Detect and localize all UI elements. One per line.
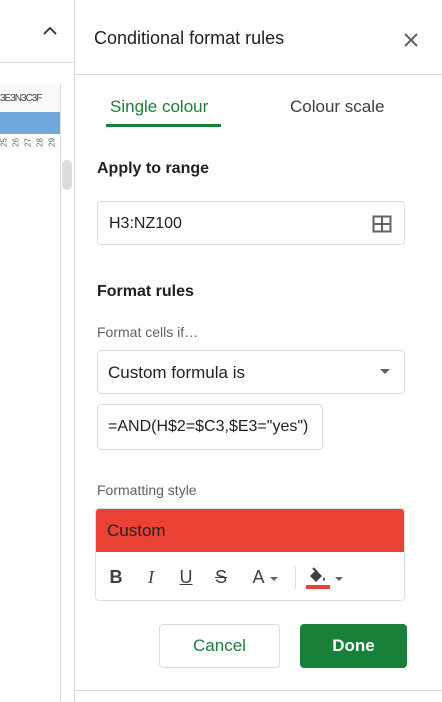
row-number: 28 bbox=[35, 138, 45, 147]
spreadsheet-area: 3E3N3C3F 25 26 27 28 29 bbox=[0, 0, 74, 702]
header-divider bbox=[75, 74, 442, 75]
sheet-divider bbox=[60, 84, 61, 702]
column-header-strip: 3E3N3C3F bbox=[0, 84, 60, 113]
underline-icon[interactable]: U bbox=[177, 565, 195, 589]
format-rules-label: Format rules bbox=[97, 283, 194, 300]
range-input[interactable]: H3:NZ100 bbox=[97, 201, 405, 245]
panel-title: Conditional format rules bbox=[94, 28, 285, 48]
tab-colour-scale[interactable]: Colour scale bbox=[290, 97, 385, 117]
column-header-labels: 3E3N3C3F bbox=[0, 93, 42, 104]
format-cells-if-label: Format cells if… bbox=[97, 324, 199, 340]
highlighted-range-row[interactable] bbox=[0, 112, 60, 134]
row-number: 27 bbox=[23, 138, 33, 147]
cancel-button[interactable]: Cancel bbox=[159, 624, 280, 668]
row-number-strip: 25 26 27 28 29 bbox=[0, 136, 60, 154]
conditional-format-panel: Conditional format rules Single colour C… bbox=[75, 0, 442, 702]
dropdown-arrow-icon bbox=[380, 369, 390, 374]
active-tab-indicator bbox=[106, 124, 221, 127]
footer-divider bbox=[75, 690, 442, 691]
formula-value: =AND(H$2=$C3,$E3="yes") bbox=[108, 418, 309, 435]
tab-single-colour[interactable]: Single colour bbox=[110, 97, 208, 117]
bold-icon[interactable]: B bbox=[108, 565, 124, 589]
row-number: 25 bbox=[0, 138, 9, 147]
select-range-grid-icon[interactable] bbox=[372, 215, 392, 233]
custom-formula-input[interactable]: =AND(H$2=$C3,$E3="yes") bbox=[97, 404, 323, 450]
collapse-chevron-up-icon[interactable] bbox=[38, 18, 62, 42]
sheet-toolbar-area bbox=[0, 0, 74, 63]
text-colour-icon[interactable]: A bbox=[245, 565, 285, 589]
apply-to-range-label: Apply to range bbox=[97, 160, 210, 177]
scrollbar-thumb[interactable] bbox=[62, 160, 72, 190]
condition-value: Custom formula is bbox=[108, 363, 245, 382]
row-number: 29 bbox=[47, 138, 57, 147]
formatting-style-label: Formatting style bbox=[97, 482, 197, 498]
italic-icon[interactable]: I bbox=[143, 565, 159, 589]
toolbar-divider bbox=[295, 567, 296, 589]
fill-colour-icon[interactable] bbox=[302, 565, 344, 589]
done-button[interactable]: Done bbox=[300, 624, 407, 668]
strikethrough-icon[interactable]: S bbox=[212, 565, 230, 589]
row-number: 26 bbox=[11, 138, 21, 147]
style-preview-text: Custom bbox=[107, 521, 166, 540]
condition-dropdown[interactable]: Custom formula is bbox=[97, 350, 405, 394]
range-value: H3:NZ100 bbox=[109, 215, 182, 232]
close-icon[interactable] bbox=[400, 29, 422, 51]
formatting-style-box: Custom B I U S A bbox=[95, 508, 405, 601]
style-preview[interactable]: Custom bbox=[96, 509, 404, 552]
